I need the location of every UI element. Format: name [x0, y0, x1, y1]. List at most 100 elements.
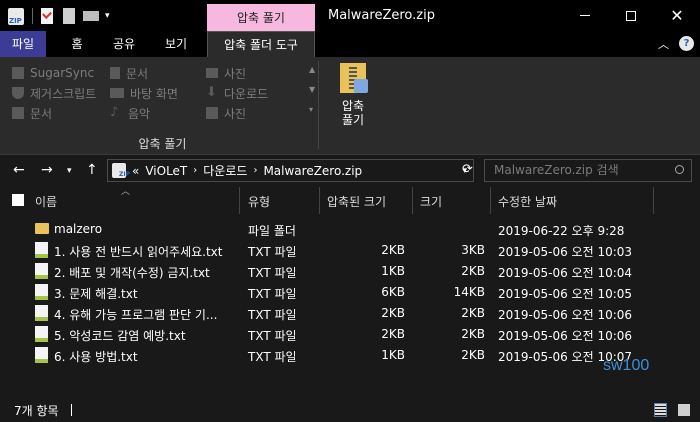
gallery-expand-icon[interactable]: ▾ [309, 105, 319, 125]
sort-ascending-icon: ︿ [121, 187, 131, 197]
destination-removal-scripts[interactable]: 제거스크립트 [12, 84, 96, 102]
breadcrumb-chevron-icon: › [193, 165, 198, 176]
scroll-up-icon[interactable]: ▲ [309, 65, 319, 85]
forward-arrow-icon[interactable]: → [41, 162, 53, 178]
recent-locations-chevron-icon[interactable]: ▾ [67, 166, 72, 176]
tab-file[interactable]: 파일 [0, 31, 46, 57]
large-icons-view-icon[interactable] [678, 404, 690, 416]
list-item[interactable]: 5. 악성코드 감염 예방.txt TXT 파일 2KB 2KB 2019-05… [0, 324, 660, 345]
list-item[interactable]: 6. 사용 방법.txt TXT 파일 1KB 2KB 2019-05-06 오… [0, 345, 660, 366]
column-date-modified[interactable]: 수정한 날짜 [498, 193, 557, 210]
column-header-row: ︿ 이름 유형 압축된 크기 크기 수정한 날짜 [0, 187, 700, 214]
file-size: 2KB [461, 327, 485, 341]
column-name[interactable]: 이름 [35, 193, 57, 210]
music-icon: ♪ [110, 105, 119, 120]
list-item[interactable]: 2. 배포 및 개작(수정) 금지.txt TXT 파일 1KB 2KB 201… [0, 261, 660, 282]
close-button[interactable]: ✕ [654, 0, 700, 31]
up-arrow-icon[interactable]: ↑ [86, 162, 98, 178]
chevron-down-icon[interactable]: ▾ [105, 11, 110, 21]
file-packed-size: 1KB [381, 348, 405, 362]
ribbon-collapse-icon[interactable]: ︿ [658, 36, 669, 52]
breadcrumb-downloads[interactable]: 다운로드 [203, 162, 247, 179]
destination-pictures[interactable]: 사진 [206, 64, 246, 82]
file-type: TXT 파일 [248, 329, 297, 343]
column-packed-size[interactable]: 압축된 크기 [327, 193, 386, 210]
breadcrumb-overflow[interactable]: « [132, 164, 139, 178]
back-arrow-icon[interactable]: ← [13, 162, 25, 178]
file-name: 4. 유해 가능 프로그램 판단 기... [54, 308, 218, 322]
file-type: TXT 파일 [248, 308, 297, 322]
maximize-button[interactable] [608, 0, 654, 31]
column-type[interactable]: 유형 [248, 193, 270, 210]
file-type: 파일 폴더 [248, 224, 296, 238]
file-date: 2019-05-06 오전 10:06 [498, 308, 633, 322]
list-item[interactable]: 3. 문제 해결.txt TXT 파일 6KB 14KB 2019-05-06 … [0, 282, 660, 303]
file-type: TXT 파일 [248, 245, 297, 259]
refresh-icon[interactable]: ⟳ [462, 162, 473, 177]
details-view-icon[interactable] [654, 403, 667, 417]
address-bar[interactable]: ZIP « ViOLeT › 다운로드 › MalwareZero.zip ▾ [107, 159, 474, 182]
properties-icon[interactable] [41, 8, 53, 24]
file-name: 2. 배포 및 개작(수정) 금지.txt [54, 266, 210, 280]
scroll-down-icon[interactable]: ▼ [309, 85, 319, 105]
download-icon: ⬇ [206, 85, 217, 100]
file-name: 5. 악성코드 감염 예방.txt [54, 329, 186, 343]
maximize-icon [626, 10, 636, 21]
gallery-scrollbar[interactable]: ▲ ▼ ▾ [309, 65, 319, 127]
tab-compressed-folder-tools[interactable]: 압축 폴더 도구 [207, 31, 315, 57]
destination-downloads[interactable]: ⬇ 다운로드 [206, 84, 268, 102]
file-packed-size: 2KB [381, 306, 405, 320]
tab-share[interactable]: 공유 [106, 31, 142, 57]
file-size: 2KB [461, 348, 485, 362]
extract-group-label: 압축 풀기 [138, 137, 187, 151]
file-size: 2KB [461, 264, 485, 278]
extract-all-button[interactable]: 압축 풀기 [332, 63, 374, 133]
breadcrumb-zip[interactable]: MalwareZero.zip [263, 164, 362, 178]
minimize-button[interactable] [562, 0, 608, 31]
context-tab-extract[interactable]: 압축 풀기 [207, 4, 315, 32]
txt-file-icon [35, 242, 48, 258]
navigation-bar: ← → ▾ ↑ ZIP « ViOLeT › 다운로드 › MalwareZer… [0, 155, 700, 185]
file-size: 2KB [461, 306, 485, 320]
breadcrumb-violet[interactable]: ViOLeT [145, 164, 187, 178]
destination-sugarsync[interactable]: SugarSync [12, 64, 94, 82]
txt-file-icon [35, 284, 48, 300]
minimize-icon [580, 15, 590, 16]
file-packed-size: 2KB [381, 327, 405, 341]
tab-view[interactable]: 보기 [158, 31, 194, 57]
tab-home[interactable]: 홈 [62, 31, 92, 57]
new-folder-icon[interactable] [63, 8, 75, 24]
folder-icon [12, 67, 24, 79]
txt-file-icon [35, 305, 48, 321]
picture-icon [206, 68, 218, 78]
document-icon [110, 67, 120, 79]
close-icon: ✕ [670, 6, 684, 25]
zip-folder-icon [340, 63, 368, 93]
select-all-checkbox[interactable] [12, 194, 24, 206]
destination-documents-2[interactable]: 문서 [12, 104, 52, 122]
extract-to-group: SugarSync 문서 사진 제거스크립트 바탕 화면 ⬇ 다운로드 문서 ♪ [6, 61, 319, 151]
txt-file-icon [35, 347, 48, 363]
file-size: 3KB [461, 243, 485, 257]
folder-icon [35, 223, 49, 234]
destination-music[interactable]: ♪ 음악 [110, 104, 150, 122]
folder-icon [206, 107, 218, 119]
file-date: 2019-05-06 오전 10:04 [498, 266, 633, 280]
quick-access-toolbar: ZIP ▾ [8, 6, 110, 26]
rename-icon[interactable] [83, 11, 99, 21]
help-icon[interactable]: ? [679, 36, 694, 51]
file-packed-size: 6KB [381, 285, 405, 299]
list-item[interactable]: 1. 사용 전 반드시 읽어주세요.txt TXT 파일 2KB 3KB 201… [0, 240, 660, 261]
list-item[interactable]: 4. 유해 가능 프로그램 판단 기... TXT 파일 2KB 2KB 201… [0, 303, 660, 324]
folder-icon [12, 107, 24, 119]
destination-desktop[interactable]: 바탕 화면 [110, 84, 178, 102]
file-date: 2019-06-22 오후 9:28 [498, 224, 625, 238]
destination-pictures-2[interactable]: 사진 [206, 104, 246, 122]
list-item[interactable]: malzero 파일 폴더 2019-06-22 오후 9:28 [0, 219, 660, 240]
search-icon [675, 165, 684, 174]
destination-documents[interactable]: 문서 [110, 64, 148, 82]
search-input[interactable]: MalwareZero.zip 검색 [484, 159, 692, 182]
column-size[interactable]: 크기 [420, 193, 442, 210]
shield-icon [12, 87, 24, 99]
zip-icon: ZIP [8, 7, 24, 25]
